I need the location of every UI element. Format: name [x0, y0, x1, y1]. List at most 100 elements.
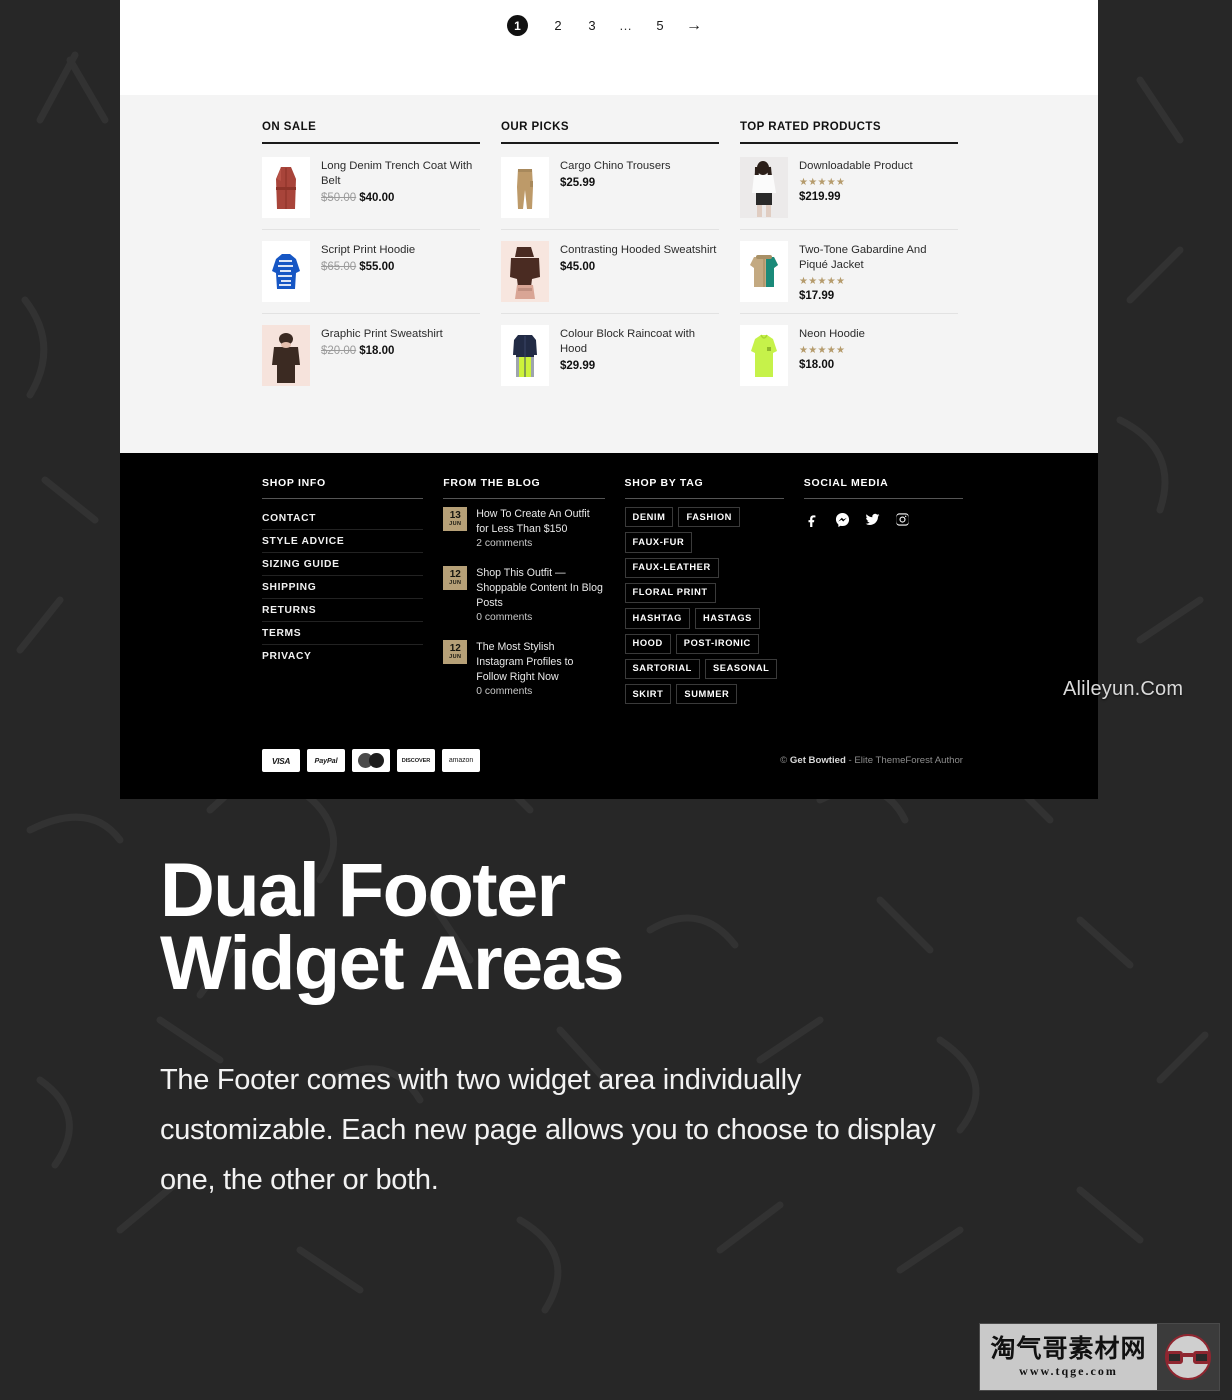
product-thumbnail-colour-block-raincoat[interactable] — [501, 325, 549, 386]
product-thumbnail-blue-script-hoodie[interactable] — [262, 241, 310, 302]
product-item[interactable]: Graphic Print Sweatshirt $20.00 $18.00 — [262, 314, 480, 397]
footer-title-blog: FROM THE BLOG — [443, 477, 605, 500]
on-sale-product-list: Long Denim Trench Coat With Belt $50.00 $… — [262, 146, 480, 397]
product-thumbnail-tan-cargo-trousers[interactable] — [501, 157, 549, 218]
tag-skirt[interactable]: SKIRT — [624, 684, 672, 705]
product-item[interactable]: Cargo Chino Trousers $25.99 — [501, 146, 719, 230]
product-price: $20.00 $18.00 — [321, 345, 480, 357]
product-price: $29.99 — [560, 360, 596, 373]
product-thumbnail-brown-sweatshirt[interactable] — [262, 325, 310, 386]
payment-methods: VISA PayPal DISCOVER amazon — [262, 749, 480, 773]
tag-hashtag[interactable]: HASHTAG — [624, 608, 690, 629]
pagination-next-arrow-icon[interactable]: → — [677, 12, 711, 39]
product-name: Script Print Hoodie — [321, 244, 416, 256]
paypal-label: PayPal — [314, 756, 338, 766]
shop-info-link-returns[interactable]: RETURNS — [262, 599, 423, 621]
pagination[interactable]: 1 2 3 … 5 → — [507, 12, 711, 39]
pagination-band: 1 2 3 … 5 → — [120, 0, 1098, 95]
tag-denim[interactable]: DENIM — [624, 507, 674, 528]
shop-info-link-terms[interactable]: TERMS — [262, 622, 423, 644]
tag-fashion[interactable]: FASHION — [678, 507, 740, 528]
footer-title-tags: SHOP BY TAG — [624, 477, 784, 500]
product-sale-price: $40.00 — [359, 192, 395, 205]
messenger-icon[interactable] — [834, 511, 851, 528]
product-name: Contrasting Hooded Sweatshirt — [560, 244, 717, 256]
blog-post-item[interactable]: 12 JUN The Most Stylish Instagram Profil… — [443, 640, 604, 697]
pagination-page-1[interactable]: 1 — [507, 15, 528, 36]
product-thumbnail-model-white-top[interactable] — [740, 157, 788, 218]
product-rating-stars: ★★★★★ — [799, 177, 846, 189]
watermark-tqge-badge: 淘气哥素材网 www.tqge.com — [979, 1323, 1220, 1391]
product-thumbnail-neon-green-hoodie[interactable] — [740, 325, 788, 387]
copyright-suffix: - Elite ThemeForest Author — [848, 755, 963, 767]
tag-cloud: DENIM FASHION FAUX-FUR FAUX-LEATHER FLOR… — [624, 507, 784, 705]
tag-post-ironic[interactable]: POST-IRONIC — [675, 633, 759, 654]
product-old-price: $20.00 — [321, 345, 357, 358]
pagination-page-5[interactable]: 5 — [643, 12, 677, 39]
twitter-icon[interactable] — [864, 511, 881, 528]
tag-floral-print[interactable]: FLORAL PRINT — [624, 582, 716, 604]
product-name: Colour Block Raincoat with Hood — [560, 328, 695, 356]
product-item[interactable]: Long Denim Trench Coat With Belt $50.00 $… — [262, 146, 480, 230]
product-sale-price: $18.00 — [359, 345, 395, 358]
product-item[interactable]: Contrasting Hooded Sweatshirt $45.00 — [501, 230, 719, 314]
product-thumbnail-brown-hooded-sweatshirt[interactable] — [501, 241, 549, 302]
product-item[interactable]: Script Print Hoodie $65.00 $55.00 — [262, 230, 480, 314]
shop-info-link-shipping[interactable]: SHIPPING — [262, 576, 423, 598]
blog-post-item[interactable]: 13 JUN How To Create An Outfit for Less … — [443, 507, 604, 549]
pagination-page-3[interactable]: 3 — [575, 12, 609, 39]
product-price: $45.00 — [560, 261, 596, 274]
hero-section: Dual Footer Widget Areas The Footer come… — [160, 853, 1060, 1206]
widget-band: ON SALE Long Denim Trench Coat With Belt… — [120, 95, 1098, 454]
widget-top-rated-products: TOP RATED PRODUCTS Downloadable Product … — [740, 121, 958, 397]
blog-date-month: JUN — [449, 653, 462, 660]
product-price: $50.00 $40.00 — [321, 192, 480, 204]
product-old-price: $50.00 — [321, 192, 357, 205]
hero-paragraph: The Footer comes with two widget area in… — [160, 1063, 936, 1196]
tag-sartorial[interactable]: SARTORIAL — [624, 658, 700, 680]
watermark-tqge-url: www.tqge.com — [1019, 1363, 1118, 1378]
product-item[interactable]: Two-Tone Gabardine And Piqué Jacket ★★★★… — [740, 230, 958, 315]
product-price: $17.99 — [799, 290, 835, 303]
product-old-price: $65.00 — [321, 261, 357, 274]
widget-title-our-picks: OUR PICKS — [501, 121, 719, 144]
tag-seasonal[interactable]: SEASONAL — [704, 658, 778, 680]
blog-date-day: 12 — [449, 642, 461, 654]
paypal-icon: PayPal — [307, 749, 345, 773]
shop-info-link-privacy[interactable]: PRIVACY — [262, 645, 423, 667]
blog-post-title[interactable]: Shop This Outfit — Shoppable Content In … — [476, 566, 604, 611]
product-price: $25.99 — [560, 177, 596, 190]
product-item[interactable]: Neon Hoodie ★★★★★ $18.00 — [740, 314, 958, 397]
pagination-page-2[interactable]: 2 — [541, 12, 575, 39]
product-thumbnail-red-trench-coat[interactable] — [262, 157, 310, 218]
tag-summer[interactable]: SUMMER — [676, 684, 738, 705]
blog-date-badge: 12 JUN — [443, 566, 468, 591]
shop-info-link-contact[interactable]: CONTACT — [262, 507, 423, 529]
instagram-icon[interactable] — [894, 511, 911, 528]
tag-hood[interactable]: HOOD — [624, 633, 671, 654]
shop-info-link-style-advice[interactable]: STYLE ADVICE — [262, 530, 423, 552]
blog-post-item[interactable]: 12 JUN Shop This Outfit — Shoppable Cont… — [443, 566, 604, 623]
product-rating-stars: ★★★★★ — [799, 276, 846, 288]
our-picks-product-list: Cargo Chino Trousers $25.99 Contrasting … — [501, 146, 719, 397]
watermark-alileyun: Alileyun.Com — [1063, 678, 1184, 700]
discover-icon: DISCOVER — [397, 749, 435, 773]
tag-faux-leather[interactable]: FAUX-LEATHER — [624, 557, 719, 578]
amazon-label: amazon — [448, 757, 474, 765]
blog-date-day: 13 — [449, 509, 461, 521]
mastercard-icon — [352, 749, 390, 773]
facebook-icon[interactable] — [804, 511, 821, 528]
product-price: $65.00 $55.00 — [321, 261, 480, 273]
product-item[interactable]: Colour Block Raincoat with Hood $29.99 — [501, 314, 719, 397]
widget-on-sale: ON SALE Long Denim Trench Coat With Belt… — [262, 121, 480, 397]
pagination-ellipsis: … — [619, 18, 633, 33]
blog-post-title[interactable]: How To Create An Outfit for Less Than $1… — [476, 507, 604, 537]
tag-hastags[interactable]: HASTAGS — [694, 608, 760, 629]
social-links — [804, 507, 963, 528]
tag-faux-fur[interactable]: FAUX-FUR — [624, 532, 693, 553]
product-thumbnail-two-tone-jacket[interactable] — [740, 241, 788, 302]
blog-post-title[interactable]: The Most Stylish Instagram Profiles to F… — [476, 640, 604, 685]
shop-info-link-sizing-guide[interactable]: SIZING GUIDE — [262, 553, 423, 575]
product-item[interactable]: Downloadable Product ★★★★★ $219.99 — [740, 146, 958, 230]
widget-title-on-sale: ON SALE — [262, 121, 480, 144]
